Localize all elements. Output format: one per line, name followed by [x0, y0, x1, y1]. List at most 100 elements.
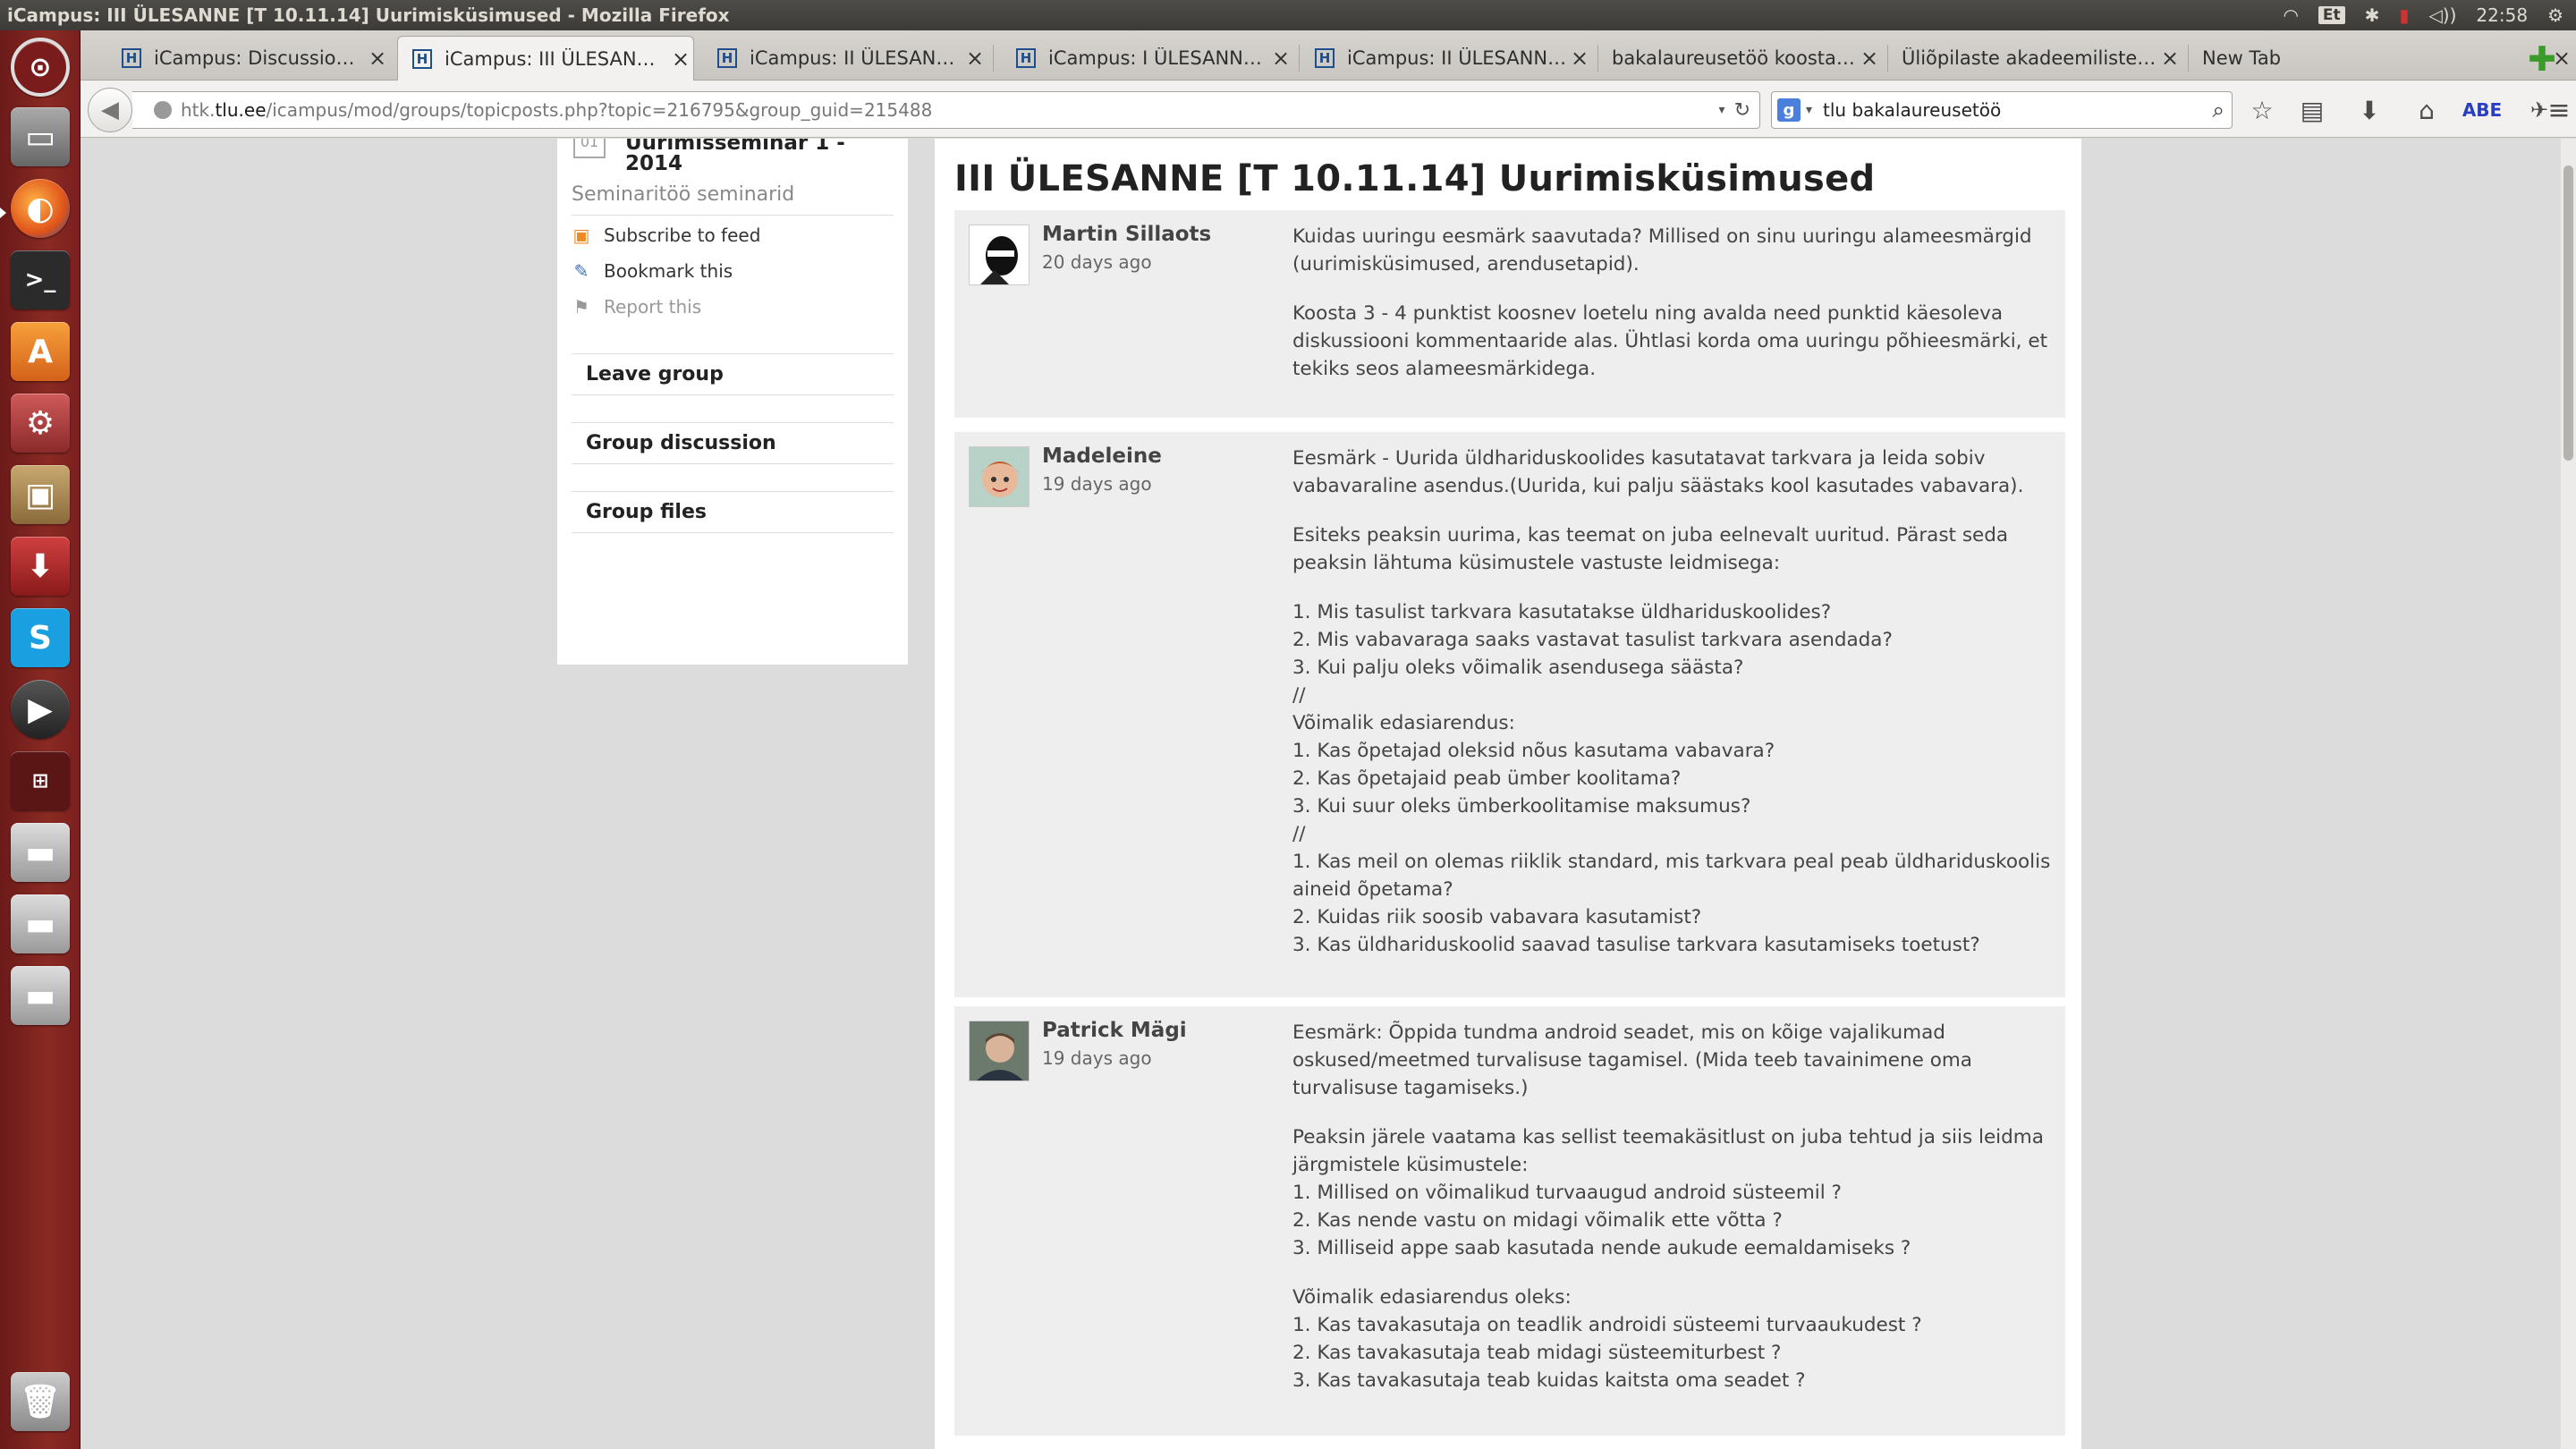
close-icon[interactable]: × [365, 46, 390, 71]
post-author[interactable]: Patrick Mägi [1042, 1019, 1187, 1042]
downloads-icon[interactable]: ⬇ [2352, 93, 2386, 127]
history-dropdown-icon[interactable]: ▾ [1719, 103, 1725, 117]
drive-icon[interactable]: ▬ [11, 966, 70, 1025]
firefox-icon[interactable]: ◐ [11, 179, 70, 238]
close-icon[interactable]: × [1268, 46, 1293, 71]
system-settings-icon[interactable]: ⚙ [11, 394, 70, 453]
avatar[interactable] [969, 1021, 1030, 1081]
gear-icon[interactable]: ⚙ [2547, 4, 2563, 26]
tab[interactable]: H iCampus: II ÜLESANNE ... × [1301, 36, 1592, 80]
tab-separator [1597, 45, 1598, 72]
software-center-icon[interactable]: A [11, 322, 70, 381]
page-scrollbar[interactable] [2561, 139, 2576, 1449]
discussion-post: Madeleine 19 days ago Eesmärk - Uurida ü… [954, 432, 2065, 997]
close-icon[interactable]: × [668, 47, 693, 72]
post-body: Kuidas uuringu eesmärk saavutada? Millis… [1292, 223, 2053, 404]
reading-list-icon[interactable]: ▤ [2295, 93, 2329, 127]
tab-label: iCampus: II ÜLESANNE ... [1347, 47, 1567, 69]
close-icon[interactable]: × [1567, 46, 1592, 71]
running-indicator [0, 208, 6, 218]
top-panel: iCampus: III ÜLESANNE [T 10.11.14] Uurim… [0, 0, 2576, 30]
clock[interactable]: 22:58 [2476, 4, 2528, 26]
url-field[interactable]: htk. tlu.ee/icampus/mod/groups/topicposts… [132, 91, 1760, 129]
downloader-icon[interactable]: ⬇ [11, 537, 70, 596]
tab[interactable]: bakalaureusetöö koostami... × [1599, 36, 1882, 80]
wifi-icon[interactable]: ◠ [2283, 4, 2298, 26]
post-author[interactable]: Martin Sillaots [1042, 223, 1211, 246]
avatar[interactable] [969, 225, 1030, 285]
window-title: iCampus: III ÜLESANNE [T 10.11.14] Uurim… [7, 4, 730, 26]
leave-group-link[interactable]: Leave group [572, 353, 894, 395]
close-icon[interactable]: × [962, 46, 987, 71]
scrollbar-thumb[interactable] [2563, 165, 2573, 461]
tab-label: bakalaureusetöö koostami... [1612, 47, 1857, 69]
url-path: /icampus/mod/groups/topicposts.php?topic… [266, 99, 933, 121]
tab-separator [993, 45, 994, 72]
tab-label: iCampus: II ÜLESANNE ... [750, 47, 962, 69]
post-paragraph: Eesmärk - Uurida üldhariduskoolides kasu… [1292, 447, 2024, 497]
post-paragraph: Koosta 3 - 4 punktist koosnev loetelu ni… [1292, 302, 2054, 380]
post-timestamp: 19 days ago [1042, 1047, 1152, 1069]
discussion-post: Patrick Mägi 19 days ago Eesmärk: Õppida… [954, 1006, 2065, 1436]
tab-separator [2188, 45, 2189, 72]
files-icon[interactable]: ▭ [11, 107, 70, 166]
media-player-icon[interactable]: ▶ [11, 680, 70, 739]
tab[interactable]: H iCampus: II ÜLESANNE ... × [703, 36, 987, 80]
drive-icon[interactable]: ▬ [11, 823, 70, 882]
tab[interactable]: H iCampus: I ÜLESANNE [... × [1002, 36, 1293, 80]
icampus-favicon-icon: H [412, 48, 432, 69]
search-icon[interactable]: ⌕ [2213, 97, 2224, 123]
subscribe-link[interactable]: ▣ Subscribe to feed [572, 225, 761, 246]
tab[interactable]: Üliõpilaste akadeemiliste t... × [1889, 36, 2182, 80]
trash-icon[interactable]: 🗑 [11, 1372, 70, 1431]
battery-icon[interactable]: ▮ [2399, 4, 2409, 26]
search-field[interactable]: g ▾ tlu bakalaureusetöö ⌕ [1771, 91, 2233, 129]
avatar[interactable] [969, 446, 1030, 507]
reload-icon[interactable]: ↻ [1734, 99, 1750, 122]
discussion-post: Martin Sillaots 20 days ago Kuidas uurin… [954, 210, 2065, 418]
site-identity-icon[interactable] [154, 101, 172, 119]
tab-label: iCampus: Discussion to... [154, 47, 365, 69]
drive-icon[interactable]: ▬ [11, 894, 70, 953]
tab-label: New Tab [2202, 47, 2282, 69]
post-paragraph: Peaksin järele vaatama kas sellist teema… [1292, 1126, 2044, 1259]
tab[interactable]: H iCampus: Discussion to... × [107, 36, 390, 80]
post-timestamp: 19 days ago [1042, 473, 1152, 495]
archive-icon[interactable]: ▣ [11, 465, 70, 524]
url-actions: ▾ ↻ [1719, 92, 1750, 128]
bluetooth-icon[interactable]: ✱ [2365, 4, 2380, 26]
bookmark-label: Bookmark this [604, 260, 733, 282]
back-button[interactable]: ◀ [88, 88, 132, 132]
bookmark-star-icon[interactable]: ☆ [2245, 93, 2279, 127]
group-files-link[interactable]: Group files [572, 491, 894, 533]
tab-separator [1299, 45, 1300, 72]
skype-icon[interactable]: S [11, 608, 70, 667]
avatar-image [970, 225, 1029, 284]
tab-active[interactable]: H iCampus: III ÜLESANNE... × [397, 36, 694, 80]
bookmark-link[interactable]: ✎ Bookmark this [572, 260, 733, 282]
dash-home-icon[interactable]: ⊙ [11, 38, 70, 97]
menu-icon[interactable]: ≡ [2542, 93, 2576, 127]
tab-label: iCampus: I ÜLESANNE [... [1048, 47, 1268, 69]
icampus-favicon-icon: H [122, 48, 141, 68]
close-icon[interactable]: × [1857, 46, 1882, 71]
keyboard-layout-indicator[interactable]: Et [2318, 6, 2345, 24]
group-title[interactable]: Uurimisseminar 1 - 2014 [625, 139, 894, 174]
post-body: Eesmärk - Uurida üldhariduskoolides kasu… [1292, 445, 2053, 980]
report-link[interactable]: ⚑ Report this [572, 296, 701, 318]
adblock-icon[interactable]: ABE [2462, 93, 2502, 127]
tab-separator [1887, 45, 1888, 72]
home-icon[interactable]: ⌂ [2410, 93, 2444, 127]
volume-icon[interactable]: ◁)) [2428, 4, 2456, 26]
search-input[interactable]: tlu bakalaureusetöö [1823, 99, 2001, 121]
group-discussion-link[interactable]: Group discussion [572, 422, 894, 464]
tab[interactable]: New Tab × [2190, 36, 2574, 80]
close-icon[interactable]: × [2157, 46, 2182, 71]
search-engine-icon[interactable]: g [1777, 98, 1801, 122]
terminal-icon[interactable]: >_ [11, 250, 70, 309]
group-icon: 01 [573, 139, 606, 158]
new-tab-plus-icon[interactable]: ✚ [2528, 39, 2556, 79]
workspace-switcher-icon[interactable]: ⊞ [11, 751, 70, 810]
chevron-down-icon[interactable]: ▾ [1806, 103, 1812, 117]
post-author[interactable]: Madeleine [1042, 445, 1162, 468]
